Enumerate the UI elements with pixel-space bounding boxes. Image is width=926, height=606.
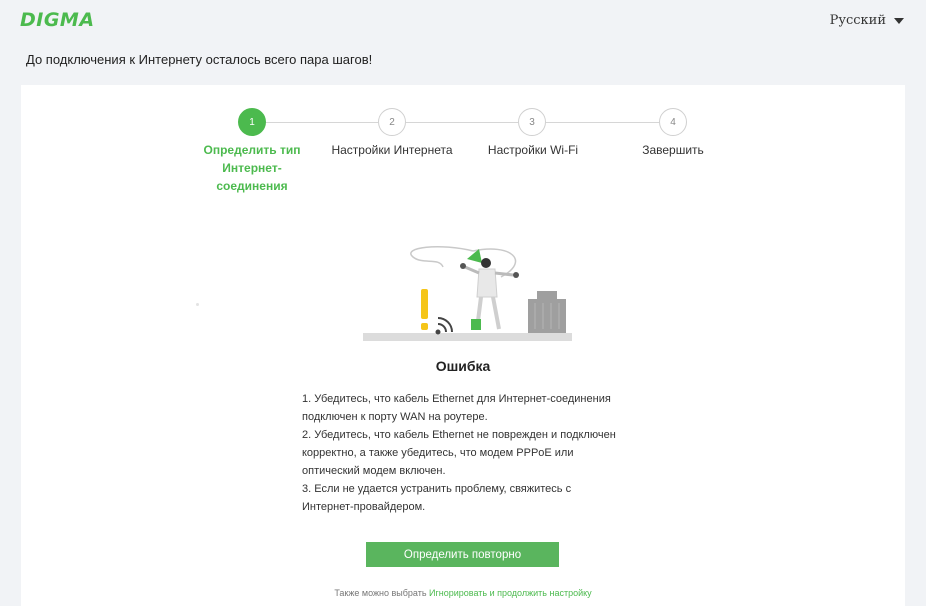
skip-prefix-text: Также можно выбрать — [334, 588, 430, 598]
floor-shape — [363, 333, 572, 341]
connection-error-illustration — [363, 246, 572, 341]
caret-down-icon — [894, 17, 904, 24]
language-selector[interactable]: Русский — [830, 13, 904, 28]
step-1-label: Определить тип Интернет-соединения — [203, 143, 301, 193]
step-connector — [266, 122, 378, 123]
instruction-line: оптический модем включен. — [302, 465, 446, 477]
wizard-stepper: 1 2 3 4 Определить тип Интернет-соединен… — [21, 85, 905, 195]
language-label: Русский — [829, 13, 886, 28]
error-title: Ошибка — [435, 358, 491, 374]
instruction-line: 1. Убедитесь, что кабель Ethernet для Ин… — [302, 393, 611, 405]
instruction-line: подключен к порту WAN на роутере. — [302, 411, 488, 423]
wizard-card: 1 2 3 4 Определить тип Интернет-соединен… — [21, 85, 905, 606]
warning-exclamation-icon — [421, 289, 428, 319]
instruction-line: корректно, а также убедитесь, что модем … — [302, 447, 574, 459]
person-figure — [460, 258, 519, 330]
page-subtitle: До подключения к Интернету осталось всег… — [26, 52, 373, 67]
step-3-label: Настройки Wi-Fi — [487, 143, 579, 157]
step-3-circle: 3 — [518, 108, 546, 136]
ethernet-port-icon — [528, 291, 566, 333]
error-instructions: 1. Убедитесь, что кабель Ethernet для Ин… — [302, 390, 642, 516]
retry-detect-button[interactable]: Определить повторно — [366, 542, 559, 567]
brand-logo: DIGMA — [20, 9, 95, 31]
step-4-label: Завершить — [642, 143, 704, 157]
instruction-line: 2. Убедитесь, что кабель Ethernet не пов… — [302, 429, 616, 441]
step-2-circle: 2 — [378, 108, 406, 136]
step-2-label: Настройки Интернета — [331, 143, 453, 157]
top-bar: DIGMA Русский — [0, 0, 926, 40]
instruction-line: 3. Если не удается устранить проблему, с… — [302, 483, 572, 495]
instruction-line: Интернет-провайдером. — [302, 501, 426, 513]
wifi-icon — [435, 317, 453, 335]
ignore-and-continue-link[interactable]: Игнорировать и продолжить настройку — [429, 588, 592, 598]
step-connector — [406, 122, 518, 123]
skip-hint: Также можно выбрать Игнорировать и продо… — [21, 588, 905, 598]
green-box-shape — [471, 319, 481, 330]
decorative-dot — [196, 303, 199, 306]
step-connector — [546, 122, 659, 123]
step-1-circle: 1 — [238, 108, 266, 136]
step-4-circle: 4 — [659, 108, 687, 136]
